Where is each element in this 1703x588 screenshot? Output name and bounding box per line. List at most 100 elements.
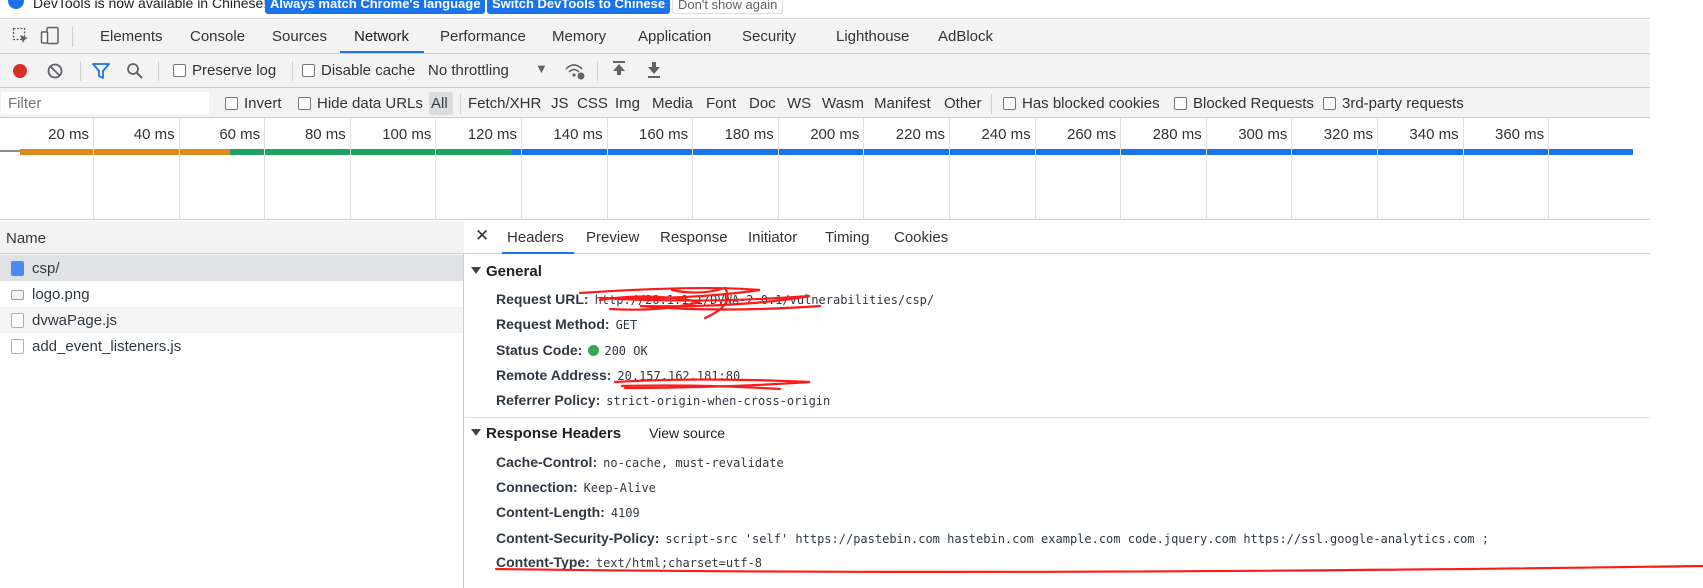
timeline-tick-label: 120 ms	[467, 126, 517, 143]
filter-type-img[interactable]: Img	[615, 95, 640, 112]
filter-type-fetch-xhr[interactable]: Fetch/XHR	[468, 95, 541, 112]
image-icon	[11, 290, 24, 300]
separator	[991, 94, 992, 114]
inspect-element-icon[interactable]	[12, 27, 30, 45]
filter-type-js[interactable]: JS	[551, 95, 569, 112]
timeline-gridline	[435, 118, 437, 219]
filter-icon[interactable]	[91, 62, 111, 80]
header-key: Connection:	[496, 479, 578, 495]
device-toolbar-icon[interactable]	[40, 26, 60, 46]
checkbox-box[interactable]	[302, 64, 315, 77]
checkbox-box[interactable]	[1174, 97, 1187, 110]
checkbox-box[interactable]	[1323, 97, 1336, 110]
separator	[80, 61, 81, 81]
tab-response[interactable]: Response	[660, 229, 728, 246]
timeline-gridline	[863, 118, 865, 219]
tab-preview[interactable]: Preview	[586, 229, 639, 246]
filter-type-doc[interactable]: Doc	[749, 95, 776, 112]
match-language-button[interactable]: Always match Chrome's language	[265, 0, 486, 14]
filter-type-css[interactable]: CSS	[577, 95, 608, 112]
response-headers-section-header[interactable]: Response Headers View source	[471, 425, 725, 442]
invert-label: Invert	[244, 95, 282, 112]
separator	[597, 61, 598, 81]
import-har-icon[interactable]	[611, 61, 627, 79]
has-blocked-cookies-checkbox[interactable]: Has blocked cookies	[1003, 95, 1160, 112]
record-icon[interactable]	[11, 62, 29, 80]
switch-language-button[interactable]: Switch DevTools to Chinese	[487, 0, 671, 14]
search-icon[interactable]	[126, 62, 144, 80]
checkbox-box[interactable]	[173, 64, 186, 77]
filter-type-other[interactable]: Other	[944, 95, 982, 112]
hide-data-urls-checkbox[interactable]: Hide data URLs	[298, 95, 423, 112]
tab-headers[interactable]: Headers	[507, 229, 564, 246]
tab-timing[interactable]: Timing	[825, 229, 869, 246]
tab-security[interactable]: Security	[742, 28, 796, 45]
tab-application[interactable]: Application	[638, 28, 711, 45]
header-row-connection: Connection: Keep-Alive	[496, 479, 656, 495]
filter-type-media[interactable]: Media	[652, 95, 693, 112]
devtools-tab-bar: Elements Console Sources Network Perform…	[0, 20, 1650, 54]
remote-address-label: Remote Address:	[496, 367, 612, 383]
tab-sources[interactable]: Sources	[272, 28, 327, 45]
has-blocked-cookies-label: Has blocked cookies	[1022, 95, 1160, 112]
tab-performance[interactable]: Performance	[440, 28, 526, 45]
filter-type-wasm[interactable]: Wasm	[822, 95, 864, 112]
clear-icon[interactable]	[46, 62, 64, 80]
header-key: Content-Length:	[496, 504, 605, 520]
close-icon[interactable]: ✕	[475, 226, 489, 246]
header-row-cache-control: Cache-Control: no-cache, must-revalidate	[496, 454, 784, 470]
tab-elements[interactable]: Elements	[100, 28, 163, 45]
tab-initiator[interactable]: Initiator	[748, 229, 797, 246]
request-row-dvwapage[interactable]: dvwaPage.js	[0, 307, 463, 333]
request-list-header[interactable]: Name	[0, 221, 464, 254]
dont-show-again-button[interactable]: Don't show again	[672, 0, 784, 14]
tab-adblock[interactable]: AdBlock	[938, 28, 993, 45]
preserve-log-label: Preserve log	[192, 62, 277, 79]
timeline-tick-label: 200 ms	[810, 126, 860, 143]
filter-input[interactable]	[1, 92, 209, 114]
tab-console[interactable]: Console	[190, 28, 245, 45]
export-har-icon[interactable]	[646, 61, 662, 79]
timeline-gridline	[178, 118, 180, 219]
tab-memory[interactable]: Memory	[552, 28, 606, 45]
separator	[72, 27, 73, 47]
timeline-tick-label: 260 ms	[1066, 126, 1117, 143]
view-source-link[interactable]: View source	[649, 425, 725, 441]
preserve-log-checkbox[interactable]: Preserve log	[173, 62, 276, 79]
request-row-csp[interactable]: csp/	[0, 255, 463, 281]
timeline-tick-label: 100 ms	[382, 126, 432, 143]
general-section-header[interactable]: General	[471, 263, 542, 280]
filter-type-all[interactable]: All	[429, 92, 453, 115]
timeline-gridline	[606, 118, 608, 219]
timeline-tick-label: 300 ms	[1238, 126, 1288, 143]
throttling-select[interactable]: No throttling	[428, 62, 509, 79]
checkbox-box[interactable]	[225, 97, 238, 110]
header-key: Content-Security-Policy:	[496, 530, 660, 546]
header-value: text/html;charset=utf-8	[595, 556, 763, 570]
network-conditions-icon[interactable]	[564, 62, 586, 80]
request-url-row: Request URL: http://20.1.1.1/DVWA-2.0.1/v…	[496, 291, 934, 307]
filter-type-font[interactable]: Font	[706, 95, 736, 112]
disable-cache-label: Disable cache	[321, 62, 416, 79]
tab-network[interactable]: Network	[354, 28, 409, 45]
checkbox-box[interactable]	[1003, 97, 1016, 110]
filter-type-ws[interactable]: WS	[787, 95, 811, 112]
checkbox-box[interactable]	[298, 97, 311, 110]
blocked-requests-checkbox[interactable]: Blocked Requests	[1174, 95, 1314, 112]
timeline-overview[interactable]: 20 ms 40 ms 60 ms 80 ms 100 ms 120 ms 140 ms 16…	[0, 118, 1650, 220]
disable-cache-checkbox[interactable]: Disable cache	[302, 62, 415, 79]
timeline-gridline	[349, 118, 351, 219]
chevron-down-icon[interactable]: ▼	[535, 61, 548, 76]
request-row-add-event-listeners[interactable]: add_event_listeners.js	[0, 333, 463, 359]
tab-cookies[interactable]: Cookies	[894, 229, 948, 246]
third-party-requests-checkbox[interactable]: 3rd-party requests	[1323, 95, 1464, 112]
remote-address-row: Remote Address: 20.157.162.181:80	[496, 367, 740, 383]
script-icon	[11, 339, 24, 354]
timeline-gridline	[1205, 118, 1207, 219]
filter-type-manifest[interactable]: Manifest	[874, 95, 931, 112]
request-row-logo[interactable]: logo.png	[0, 281, 463, 307]
banner-text: DevTools is now available in Chinese!	[33, 0, 268, 11]
header-value: 4109	[610, 506, 640, 520]
tab-lighthouse[interactable]: Lighthouse	[836, 28, 909, 45]
invert-checkbox[interactable]: Invert	[225, 95, 282, 112]
